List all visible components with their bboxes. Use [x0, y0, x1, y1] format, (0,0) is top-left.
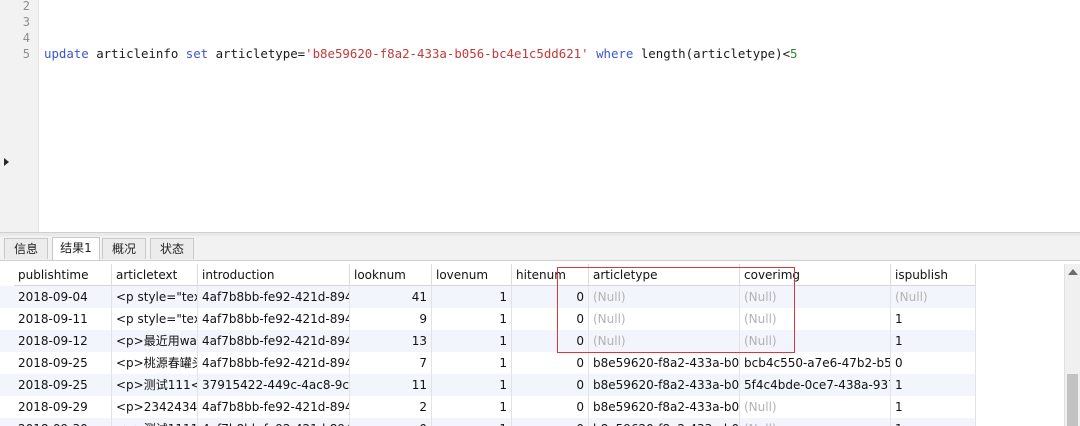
cell-introduction[interactable]: 4af7b8bb-fe92-421d-8948 [198, 418, 350, 426]
result-grid[interactable]: publishtime articletext introduction looknu… [0, 264, 1064, 426]
cell-coverimg[interactable]: 5f4c4bde-0ce7-438a-9378 [740, 374, 891, 396]
column-header-lovenum[interactable]: lovenum [432, 264, 512, 286]
cell-articletext[interactable]: <p>测试111</ [112, 374, 198, 396]
table-name: articleinfo [88, 46, 186, 61]
cell-publishtime[interactable]: 2018-09-11 [14, 308, 112, 330]
column-header-introduction[interactable]: introduction [198, 264, 350, 286]
cell-looknum[interactable]: 13 [350, 330, 432, 352]
highlight-box [557, 267, 795, 353]
cell-ispublish[interactable]: 0 [891, 352, 976, 374]
vertical-scrollbar[interactable] [1064, 264, 1080, 426]
cell-publishtime[interactable]: 2018-09-12 [14, 330, 112, 352]
scroll-up-icon[interactable] [1068, 269, 1078, 275]
cell-publishtime[interactable]: 2018-09-30 [14, 418, 112, 426]
table-row[interactable]: 2018-09-04<p style="text-4af7b8bb-fe92-4… [0, 286, 976, 308]
line-number: 2 [22, 0, 30, 13]
cell-introduction[interactable]: 4af7b8bb-fe92-421d-8948 [198, 286, 350, 308]
assignment: articletype= [208, 46, 306, 61]
cell-hitenum[interactable]: 0 [512, 374, 589, 396]
cell-introduction[interactable]: 37915422-449c-4ac8-9c75 [198, 374, 350, 396]
cell-hitenum[interactable]: 0 [512, 396, 589, 418]
sql-editor[interactable]: 2 3 4 5 update articleinfo set articlety… [0, 0, 1080, 232]
cell-articletype[interactable]: b8e59620-f8a2-433a-b056 [589, 418, 740, 426]
table-row[interactable]: 2018-09-29<p>2342434<4af7b8bb-fe92-421d-… [0, 396, 976, 418]
column-header-publishtime[interactable]: publishtime [14, 264, 112, 286]
cell-looknum[interactable]: 41 [350, 286, 432, 308]
cell-articletext[interactable]: <p style="text- [112, 286, 198, 308]
cell-looknum[interactable]: 11 [350, 374, 432, 396]
tab-info[interactable]: 信息 [4, 238, 48, 259]
cell-lovenum[interactable]: 1 [432, 308, 512, 330]
column-header-looknum[interactable]: looknum [350, 264, 432, 286]
cell-articletext[interactable]: <p>最近用wan [112, 330, 198, 352]
line-number: 4 [22, 31, 30, 45]
cell-looknum[interactable]: 9 [350, 308, 432, 330]
cell-articletype[interactable]: b8e59620-f8a2-433a-b056 [589, 352, 740, 374]
line-number: 5 [22, 47, 30, 61]
line-number-gutter: 2 3 4 5 [0, 0, 39, 232]
cell-lovenum[interactable]: 1 [432, 396, 512, 418]
cell-ispublish[interactable]: 1 [891, 418, 976, 426]
cell-ispublish[interactable]: 1 [891, 396, 976, 418]
cell-publishtime[interactable]: 2018-09-25 [14, 374, 112, 396]
cell-lovenum[interactable]: 1 [432, 286, 512, 308]
cell-lovenum[interactable]: 1 [432, 374, 512, 396]
cell-publishtime[interactable]: 2018-09-25 [14, 352, 112, 374]
column-header-articletext[interactable]: articletext [112, 264, 198, 286]
cell-introduction[interactable]: 4af7b8bb-fe92-421d-8948 [198, 308, 350, 330]
cell-lovenum[interactable]: 1 [432, 352, 512, 374]
table-row[interactable]: 2018-09-12 <p>最近用wan 4af7b8bb-fe92-421d-89… [0, 330, 976, 352]
cell-introduction[interactable]: 4af7b8bb-fe92-421d-8948 [198, 352, 350, 374]
cell-ispublish[interactable]: 1 [891, 374, 976, 396]
cell-introduction[interactable]: 4af7b8bb-fe92-421d-8948 [198, 396, 350, 418]
condition: length(articletype)< [633, 46, 791, 61]
cell-looknum[interactable]: 2 [350, 396, 432, 418]
table-row[interactable]: 2018-09-11<p style="text-4af7b8bb-fe92-4… [0, 308, 976, 330]
cell-coverimg[interactable]: (Null) [740, 418, 891, 426]
cell-publishtime[interactable]: 2018-09-29 [14, 396, 112, 418]
tab-status[interactable]: 状态 [150, 238, 194, 259]
table-row[interactable]: 2018-09-25 <p>桃源春罐头 4af7b8bb-fe92-421d-894… [0, 352, 976, 374]
cell-articletext[interactable]: <p>桃源春罐头 [112, 352, 198, 374]
result-tabs: 信息 结果1 概况 状态 [0, 236, 1080, 261]
scrollbar-thumb[interactable] [1067, 374, 1078, 426]
cell-looknum[interactable]: 7 [350, 352, 432, 374]
cell-coverimg[interactable]: bcb4c550-a7e6-47b2-b5f8 [740, 352, 891, 374]
keyword-set: set [185, 46, 209, 61]
cell-ispublish[interactable]: 1 [891, 308, 976, 330]
string-literal: 'b8e59620-f8a2-433a-b056-bc4e1c5dd621' [305, 46, 589, 61]
number-literal: 5 [790, 46, 798, 61]
tab-result1[interactable]: 结果1 [52, 237, 100, 260]
line-number: 3 [22, 15, 30, 29]
cell-looknum[interactable]: 0 [350, 418, 432, 426]
cell-lovenum[interactable]: 1 [432, 330, 512, 352]
cell-lovenum[interactable]: 1 [432, 418, 512, 426]
column-header-ispublish[interactable]: ispublish [891, 264, 976, 286]
keyword-where: where [596, 46, 634, 61]
cell-articletype[interactable]: b8e59620-f8a2-433a-b056 [589, 396, 740, 418]
keyword-update: update [44, 46, 89, 61]
cell-articletext[interactable]: <p style="text- [112, 308, 198, 330]
cell-publishtime[interactable]: 2018-09-04 [14, 286, 112, 308]
cell-coverimg[interactable]: (Null) [740, 396, 891, 418]
cell-hitenum[interactable]: 0 [512, 352, 589, 374]
current-row-marker [4, 158, 9, 166]
cell-ispublish[interactable]: (Null) [891, 286, 976, 308]
table-row[interactable]: 2018-09-30<p>测试1111</4af7b8bb-fe92-421d-… [0, 418, 976, 426]
cell-articletext[interactable]: <p>测试1111</ [112, 418, 198, 426]
cell-hitenum[interactable]: 0 [512, 418, 589, 426]
cell-introduction[interactable]: 4af7b8bb-fe92-421d-8948 [198, 330, 350, 352]
tab-overview[interactable]: 概况 [102, 238, 146, 259]
table-row[interactable]: 2018-09-25 <p>测试111</37915422-449c-4ac8-9… [0, 374, 976, 396]
cell-articletext[interactable]: <p>2342434< [112, 396, 198, 418]
sql-code-line[interactable]: update articleinfo set articletype='b8e5… [44, 46, 798, 62]
cell-articletype[interactable]: b8e59620-f8a2-433a-b056 [589, 374, 740, 396]
cell-ispublish[interactable]: 1 [891, 330, 976, 352]
